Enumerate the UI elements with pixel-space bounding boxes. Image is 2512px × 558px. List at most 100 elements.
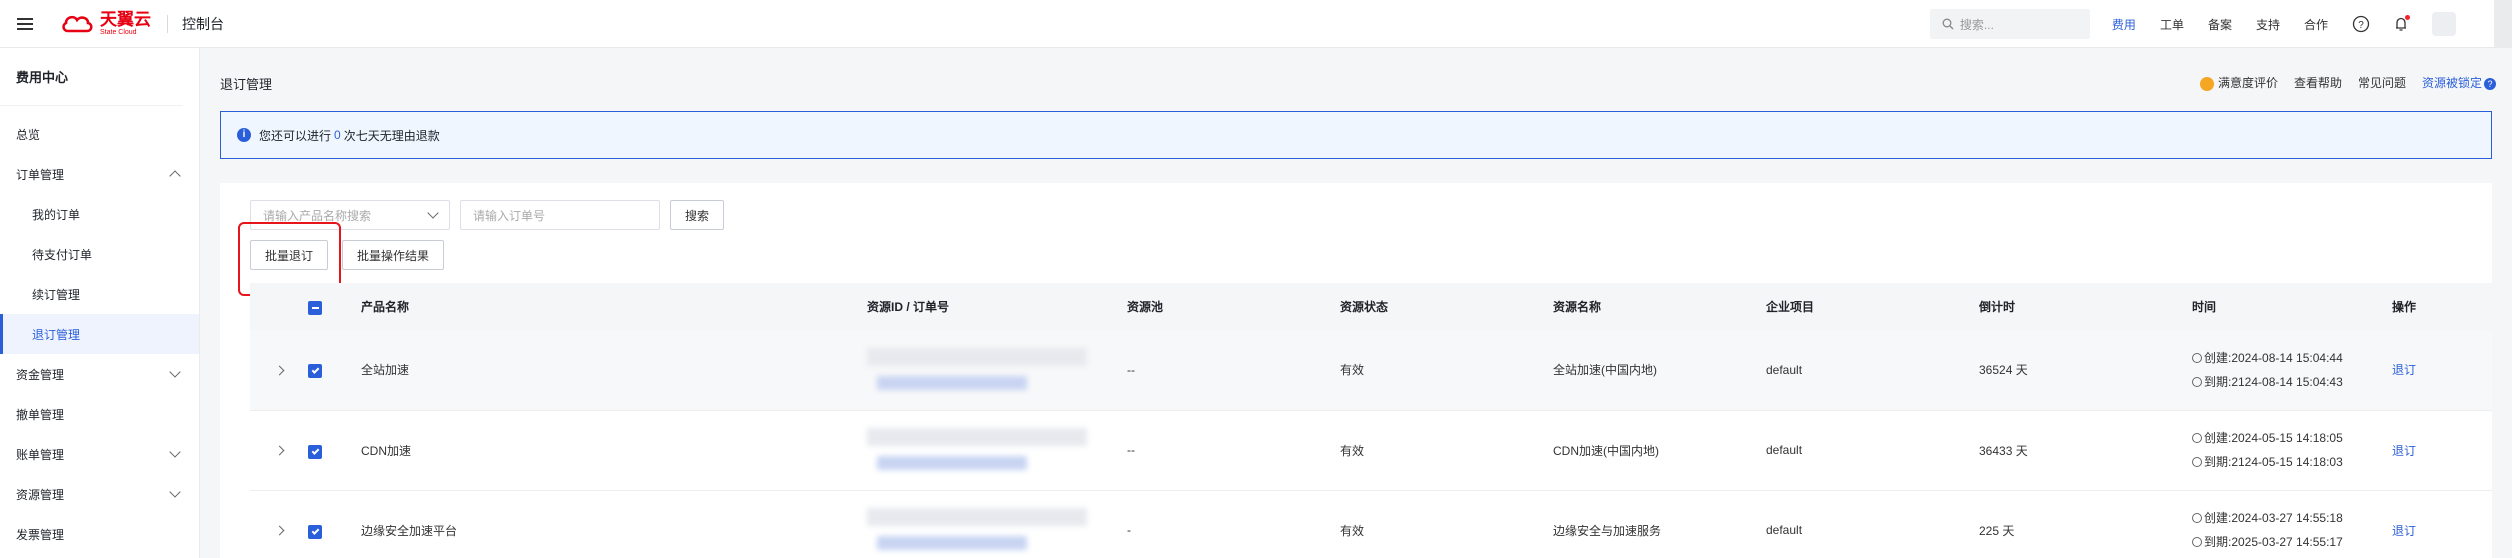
table-row: 全站加速 -- 有效 全站加速(中国内地) default 36524 天 创建… — [250, 330, 2492, 411]
col-action: 操作 — [2392, 283, 2492, 330]
unsubscribe-link[interactable]: 退订 — [2392, 524, 2416, 538]
smile-icon — [2199, 76, 2214, 91]
cell-status: 有效 — [1340, 330, 1553, 411]
sidebar-item-funds[interactable]: 资金管理 — [0, 354, 199, 394]
chevron-up-icon — [169, 170, 181, 182]
product-select-placeholder: 请输入产品名称搜索 — [263, 208, 372, 223]
created-time: 创建:2024-03-27 14:55:18 — [2192, 506, 2392, 530]
sidebar-item-overview[interactable]: 总览 — [0, 114, 199, 154]
notice-prefix: 您还可以进行 — [259, 128, 332, 143]
col-resource-id: 资源ID / 订单号 — [867, 283, 1127, 330]
chevron-right-icon[interactable] — [274, 445, 284, 456]
redacted-resource-id — [867, 422, 1107, 478]
expire-time: 到期:2124-08-14 15:04:43 — [2192, 370, 2392, 394]
cell-product: 全站加速 — [361, 330, 867, 411]
info-icon: i — [237, 128, 251, 142]
bell-icon[interactable] — [2392, 15, 2410, 33]
svg-text:?: ? — [2358, 20, 2364, 31]
logo-text-en: State Cloud — [100, 29, 137, 36]
cell-countdown: 225 天 — [1979, 490, 2192, 558]
notification-dot — [2405, 15, 2410, 20]
search-placeholder: 搜索... — [1959, 17, 1994, 32]
cell-pool: -- — [1127, 330, 1340, 411]
col-time: 时间 — [2192, 283, 2392, 330]
satisfaction-link[interactable]: 满意度评价 — [2199, 74, 2278, 91]
clock-icon — [2192, 457, 2202, 467]
page-header: 退订管理 满意度评价 查看帮助 常见问题 资源被锁定? — [200, 48, 2512, 108]
expire-time: 到期:2025-03-27 14:55:17 — [2192, 530, 2392, 554]
cell-project: default — [1766, 490, 1979, 558]
sidebar-item-orders[interactable]: 订单管理 — [0, 154, 199, 194]
cell-status: 有效 — [1340, 410, 1553, 491]
created-time: 创建:2024-08-14 15:04:44 — [2192, 346, 2392, 370]
faq-link[interactable]: 常见问题 — [2358, 74, 2406, 91]
cell-resource-name: 边缘安全与加速服务 — [1553, 490, 1766, 558]
col-resource-name: 资源名称 — [1553, 283, 1766, 330]
nav-tickets[interactable]: 工单 — [2160, 16, 2184, 33]
order-number-input[interactable]: 请输入订单号 — [460, 200, 660, 230]
notice-count: 0 — [334, 128, 341, 142]
row-checkbox[interactable] — [308, 444, 322, 459]
cell-product: CDN加速 — [361, 410, 867, 491]
clock-icon — [2192, 537, 2202, 547]
cloud-logo-icon — [62, 15, 93, 32]
nav-partner[interactable]: 合作 — [2304, 16, 2328, 33]
unsubscribe-link[interactable]: 退订 — [2392, 363, 2416, 377]
chevron-down-icon — [169, 366, 181, 378]
sidebar: 费用中心 总览 订单管理 我的订单 待支付订单 续订管理 退订管理 资金管理 撤… — [0, 48, 200, 558]
chevron-down-icon — [169, 486, 181, 498]
col-product: 产品名称 — [361, 283, 867, 330]
batch-results-button[interactable]: 批量操作结果 — [342, 240, 445, 270]
nav-billing[interactable]: 费用 — [2112, 16, 2136, 33]
logo[interactable]: 天翼云 State Cloud — [60, 11, 151, 36]
cell-resource-name: 全站加速(中国内地) — [1553, 330, 1766, 411]
expire-time: 到期:2124-05-15 14:18:03 — [2192, 450, 2392, 474]
cell-project: default — [1766, 330, 1979, 411]
console-link[interactable]: 控制台 — [182, 14, 224, 34]
sidebar-item-resources[interactable]: 资源管理 — [0, 474, 199, 514]
row-checkbox[interactable] — [308, 364, 322, 379]
question-icon: ? — [2484, 77, 2496, 90]
sidebar-item-bills[interactable]: 账单管理 — [0, 434, 199, 474]
unsubscribe-link[interactable]: 退订 — [2392, 444, 2416, 458]
sidebar-item-pending-orders[interactable]: 待支付订单 — [0, 234, 199, 274]
search-button[interactable]: 搜索 — [670, 200, 725, 230]
redacted-resource-id — [867, 502, 1107, 558]
menu-icon[interactable] — [0, 0, 50, 48]
notice-suffix: 次七天无理由退款 — [343, 128, 440, 143]
nav-support[interactable]: 支持 — [2256, 16, 2280, 33]
cell-pool: - — [1127, 490, 1340, 558]
col-project: 企业项目 — [1766, 283, 1979, 330]
row-checkbox[interactable] — [308, 524, 322, 539]
global-search[interactable]: 搜索... — [1929, 9, 2090, 39]
chevron-right-icon[interactable] — [274, 365, 284, 376]
nav-filing[interactable]: 备案 — [2208, 16, 2232, 33]
clock-icon — [2192, 433, 2202, 443]
help-icon[interactable]: ? — [2352, 15, 2370, 33]
table-row: CDN加速 -- 有效 CDN加速(中国内地) default 36433 天 … — [250, 410, 2492, 491]
sidebar-item-renewals[interactable]: 续订管理 — [0, 274, 199, 314]
table-row: 边缘安全加速平台 - 有效 边缘安全与加速服务 default 225 天 创建… — [250, 490, 2492, 558]
page-title: 退订管理 — [220, 77, 273, 92]
scroll-edge — [2494, 0, 2512, 48]
cell-countdown: 36433 天 — [1979, 410, 2192, 491]
cell-status: 有效 — [1340, 490, 1553, 558]
sidebar-item-unsubscribe[interactable]: 退订管理 — [0, 314, 199, 354]
redacted-resource-id — [867, 342, 1107, 398]
unsubscribe-table: 产品名称 资源ID / 订单号 资源池 资源状态 资源名称 企业项目 倒计时 时… — [250, 283, 2492, 558]
chevron-right-icon[interactable] — [274, 525, 284, 536]
sidebar-item-my-orders[interactable]: 我的订单 — [0, 194, 199, 234]
help-link[interactable]: 查看帮助 — [2294, 74, 2342, 91]
sidebar-item-invoices[interactable]: 发票管理 — [0, 514, 199, 554]
table-header-row: 产品名称 资源ID / 订单号 资源池 资源状态 资源名称 企业项目 倒计时 时… — [250, 283, 2492, 330]
select-all-checkbox[interactable] — [308, 301, 322, 315]
sidebar-item-cancellations[interactable]: 撤单管理 — [0, 394, 199, 434]
cell-countdown: 36524 天 — [1979, 330, 2192, 411]
cell-product: 边缘安全加速平台 — [361, 490, 867, 558]
resource-locked-link[interactable]: 资源被锁定? — [2422, 74, 2496, 91]
chevron-down-icon — [427, 207, 439, 219]
col-pool: 资源池 — [1127, 283, 1340, 330]
avatar[interactable] — [2432, 12, 2456, 36]
sidebar-title: 费用中心 — [0, 48, 183, 106]
col-status: 资源状态 — [1340, 283, 1553, 330]
